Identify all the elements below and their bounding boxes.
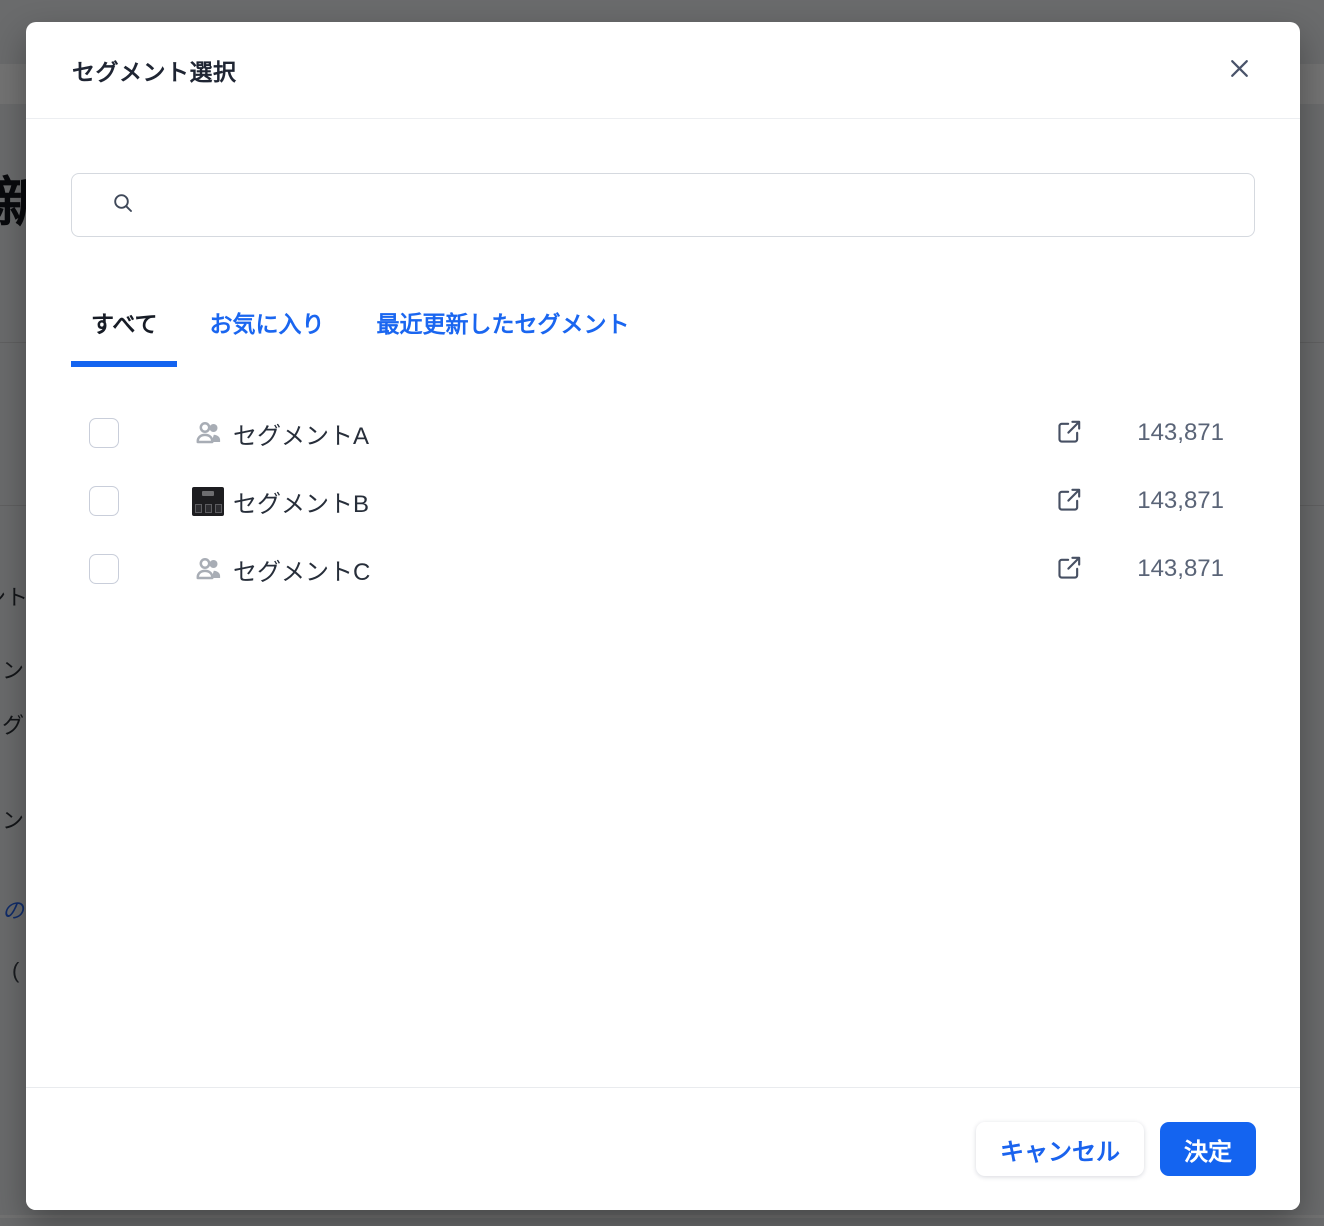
image-thumbnail <box>192 486 224 516</box>
confirm-button[interactable]: 決定 <box>1160 1122 1256 1176</box>
close-icon <box>1227 56 1252 84</box>
search-input[interactable] <box>152 174 1236 236</box>
dialog-header: セグメント選択 <box>26 22 1300 119</box>
row-checkbox[interactable] <box>89 486 119 516</box>
users-icon <box>192 554 224 584</box>
segment-select-dialog: セグメント選択 すべて お気に入り 最近更新したセグメント <box>26 22 1300 1210</box>
row-checkbox[interactable] <box>89 418 119 448</box>
cancel-button[interactable]: キャンセル <box>976 1122 1144 1176</box>
segment-search <box>71 173 1255 237</box>
open-segment-button[interactable] <box>1054 486 1084 516</box>
external-link-icon <box>1056 554 1083 584</box>
dialog-body: すべて お気に入り 最近更新したセグメント セグメントA <box>26 120 1300 603</box>
external-link-icon <box>1056 418 1083 448</box>
segment-name: セグメントB <box>233 484 369 519</box>
external-link-icon <box>1056 486 1083 516</box>
segment-name: セグメントA <box>233 416 369 451</box>
row-checkbox[interactable] <box>89 554 119 584</box>
open-segment-button[interactable] <box>1054 418 1084 448</box>
segment-list: セグメントA 143,871 <box>71 399 1255 603</box>
close-button[interactable] <box>1222 53 1256 87</box>
list-item[interactable]: セグメントB 143,871 <box>71 467 1255 535</box>
users-icon <box>192 418 224 448</box>
tab-all[interactable]: すべて <box>71 309 177 367</box>
list-item[interactable]: セグメントC 143,871 <box>71 535 1255 603</box>
tab-favorites[interactable]: お気に入り <box>189 309 344 367</box>
open-segment-button[interactable] <box>1054 554 1084 584</box>
segment-count: 143,871 <box>1134 487 1224 515</box>
search-icon <box>111 191 135 220</box>
segment-count: 143,871 <box>1134 419 1224 447</box>
list-item[interactable]: セグメントA 143,871 <box>71 399 1255 467</box>
segment-name: セグメントC <box>233 552 370 587</box>
tab-recently-updated[interactable]: 最近更新したセグメント <box>356 309 649 367</box>
dialog-footer: キャンセル 決定 <box>26 1087 1300 1210</box>
segment-tabs: すべて お気に入り 最近更新したセグメント <box>71 309 1255 367</box>
segment-count: 143,871 <box>1134 555 1224 583</box>
dialog-title: セグメント選択 <box>72 53 237 87</box>
